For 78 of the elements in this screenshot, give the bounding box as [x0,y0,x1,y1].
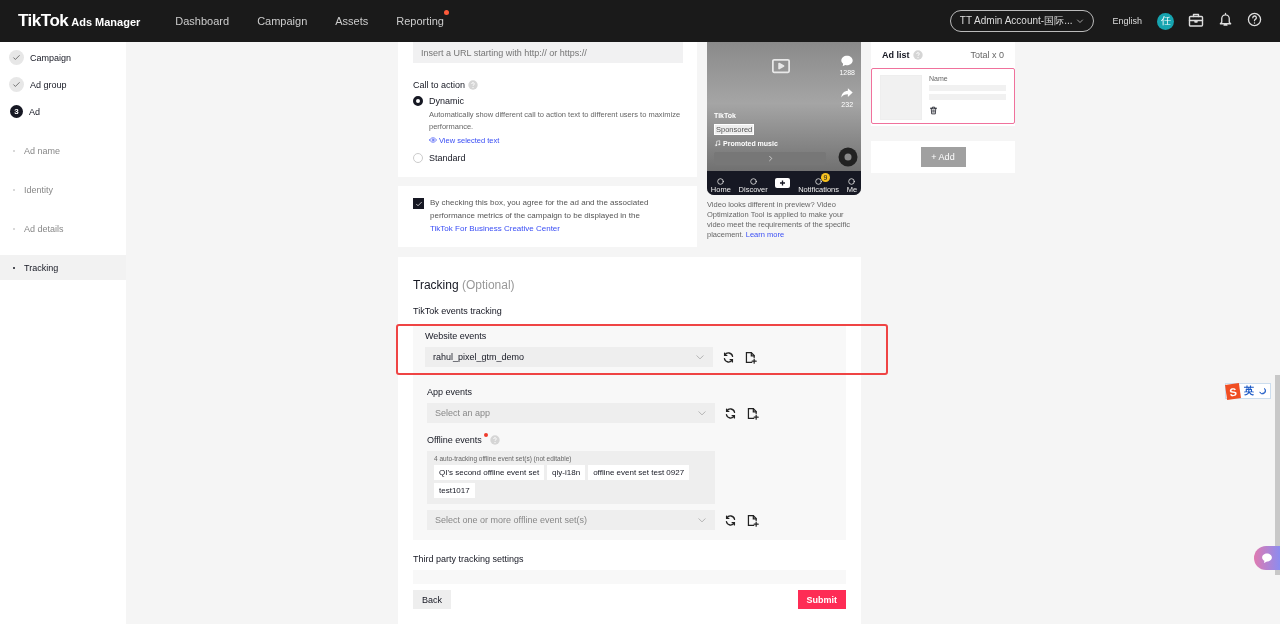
consent-checkbox[interactable] [413,198,424,209]
step-label: Campaign [30,52,72,63]
tab-icon [814,177,824,186]
chevron-down-icon [697,515,707,525]
section-title: Tracking (Optional) [413,278,516,292]
help-icon [468,80,479,90]
ad-list-title: Ad list [882,50,910,60]
refresh-icon[interactable] [722,350,735,364]
help-icon [912,50,923,60]
step-label: Tracking [24,262,59,273]
step-label: Ad group [30,79,67,90]
refresh-icon[interactable] [724,513,737,527]
event-set-tag: qiy-i18n [547,465,586,480]
step-item[interactable]: Campaign [0,45,126,70]
add-file-icon[interactable] [746,513,759,527]
app-logo[interactable]: TikTok Ads Manager [18,11,141,31]
step-item[interactable]: Ad name [0,138,126,163]
nav-link[interactable]: Dashboard [166,8,239,34]
event-set-tag: QI's second offline event set [434,465,545,480]
creative-center-link[interactable]: TikTok For Business Creative Center [430,224,560,233]
create-icon [775,178,791,188]
step-item[interactable]: 3 Ad [0,99,126,124]
refresh-icon[interactable] [724,406,737,420]
music-note-icon [714,140,721,147]
tab-icon [748,177,758,186]
eye-icon [429,136,437,144]
trash-icon [929,106,938,115]
field-label: Website events [425,331,488,341]
ad-total: Total x 0 [970,50,1004,60]
field-label: App events [427,387,474,397]
option-label: Standard [429,153,466,163]
field-label: Offline events [427,435,482,445]
step-item[interactable]: Tracking [0,255,126,280]
nav-link[interactable]: Assets [326,8,378,34]
step-item[interactable]: Ad details [0,216,126,241]
video-icon [771,56,791,76]
consent-text: By checking this box, you agree for the ad and the associated performance metrics of the campaign to be displayed in the TikTok For Business Creative Center [430,197,650,235]
event-set-tag: test1017 [434,483,475,498]
pixel-dropdown[interactable]: rahul_pixel_gtm_demo [425,347,713,367]
submit-button[interactable]: Submit [797,590,846,609]
step-label: Ad details [24,223,64,234]
step-label: Identity [24,184,54,195]
ime-logo: S [1225,382,1241,400]
step-number: 3 [10,105,23,118]
chevron-down-icon [1076,17,1085,25]
step-label: Ad [29,106,40,117]
comment-icon [840,54,855,68]
input-method-widget[interactable]: S 英 [1225,383,1271,399]
help-icon [1247,12,1262,27]
chevron-right-icon [766,155,774,162]
tab-icon [847,177,857,186]
subsection-title: TikTok events tracking [413,306,503,316]
music-disc-icon [838,147,858,167]
chat-button[interactable] [1254,546,1280,570]
subsection-title: Third party tracking settings [413,554,525,564]
step-item[interactable]: Identity [0,177,126,202]
radio-button[interactable] [413,96,423,106]
add-file-icon[interactable] [746,406,759,420]
url-field[interactable]: Insert a URL starting with http:// or https:// [413,42,683,63]
help-icon [489,435,500,445]
field-label: Call to action [413,80,466,90]
nav-link[interactable]: Campaign [248,8,317,34]
chevron-down-icon [697,408,707,418]
back-button[interactable]: Back [413,590,451,609]
option-label: Dynamic [429,96,464,106]
step-label: Ad name [24,145,61,156]
event-set-tag: offline event set test 0927 [588,465,690,480]
briefcase-icon [1188,11,1204,28]
language-selector[interactable]: English [1106,15,1148,27]
nav-link[interactable]: Reporting [387,8,453,34]
moon-icon [1258,386,1267,396]
tab-icon [716,177,726,186]
chevron-down-icon [695,352,705,362]
check-mark-icon [414,199,423,208]
chat-icon [1261,552,1273,564]
add-file-icon[interactable] [744,350,757,364]
bell-icon [1218,12,1233,27]
step-item[interactable]: Ad group [0,72,126,97]
